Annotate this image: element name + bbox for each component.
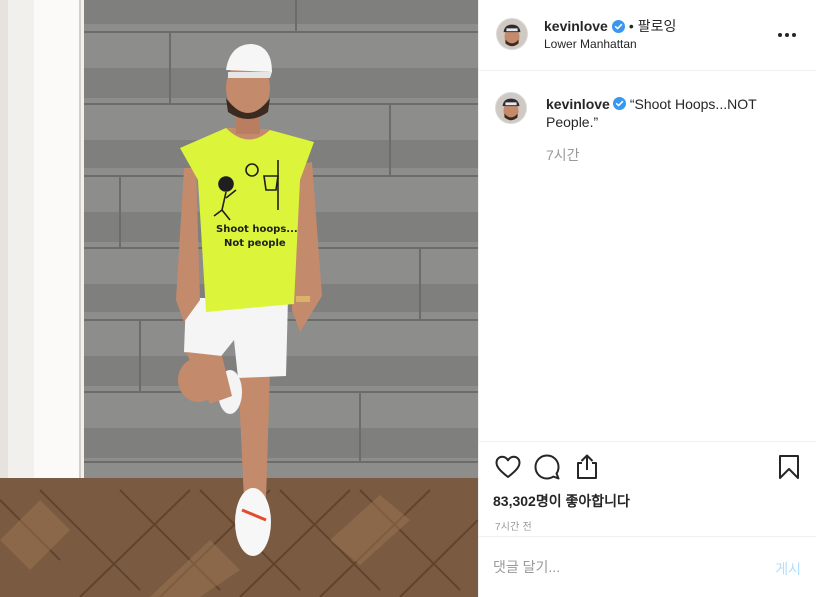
heart-icon[interactable] <box>494 453 522 481</box>
comments-section: kevinlove “Shoot Hoops...NOT People.” 7시간 <box>479 71 816 441</box>
actions-section: 83,302명이 좋아합니다 7시간 전 <box>479 441 816 537</box>
post-header: kevinlove • 팔로잉 Lower Manhattan <box>479 0 816 71</box>
post-caption: kevinlove “Shoot Hoops...NOT People.” <box>546 95 776 131</box>
verified-badge-icon <box>611 19 625 33</box>
post-details-panel: kevinlove • 팔로잉 Lower Manhattan kevinlov… <box>478 0 816 597</box>
location-link[interactable]: Lower Manhattan <box>544 37 637 51</box>
author-avatar[interactable] <box>496 18 528 50</box>
post-comment-button[interactable]: 게시 <box>775 559 801 579</box>
caption-author-avatar[interactable] <box>495 92 527 124</box>
caption-username[interactable]: kevinlove <box>546 96 610 112</box>
separator-dot: • <box>628 18 634 34</box>
comment-input[interactable] <box>493 557 753 577</box>
following-button[interactable]: 팔로잉 <box>638 16 677 36</box>
author-line: kevinlove • 팔로잉 <box>544 17 676 35</box>
shirt-text-line2: Not people <box>224 238 286 249</box>
comment-bubble-icon[interactable] <box>533 453 561 481</box>
post-photo[interactable]: Shoot hoops... Not people <box>0 0 478 597</box>
verified-badge-icon <box>612 97 626 110</box>
caption-time: 7시간 <box>546 147 580 163</box>
author-username[interactable]: kevinlove <box>544 18 608 34</box>
add-comment-section: 게시 <box>479 537 816 597</box>
photo-illustration: Shoot hoops... Not people <box>0 0 478 597</box>
shirt-text-line1: Shoot hoops... <box>216 224 298 235</box>
more-options-icon[interactable] <box>775 24 799 46</box>
bookmark-icon[interactable] <box>775 453 803 481</box>
post-date[interactable]: 7시간 전 <box>495 518 532 533</box>
likes-count[interactable]: 83,302명이 좋아합니다 <box>493 491 630 511</box>
share-icon[interactable] <box>573 453 601 481</box>
